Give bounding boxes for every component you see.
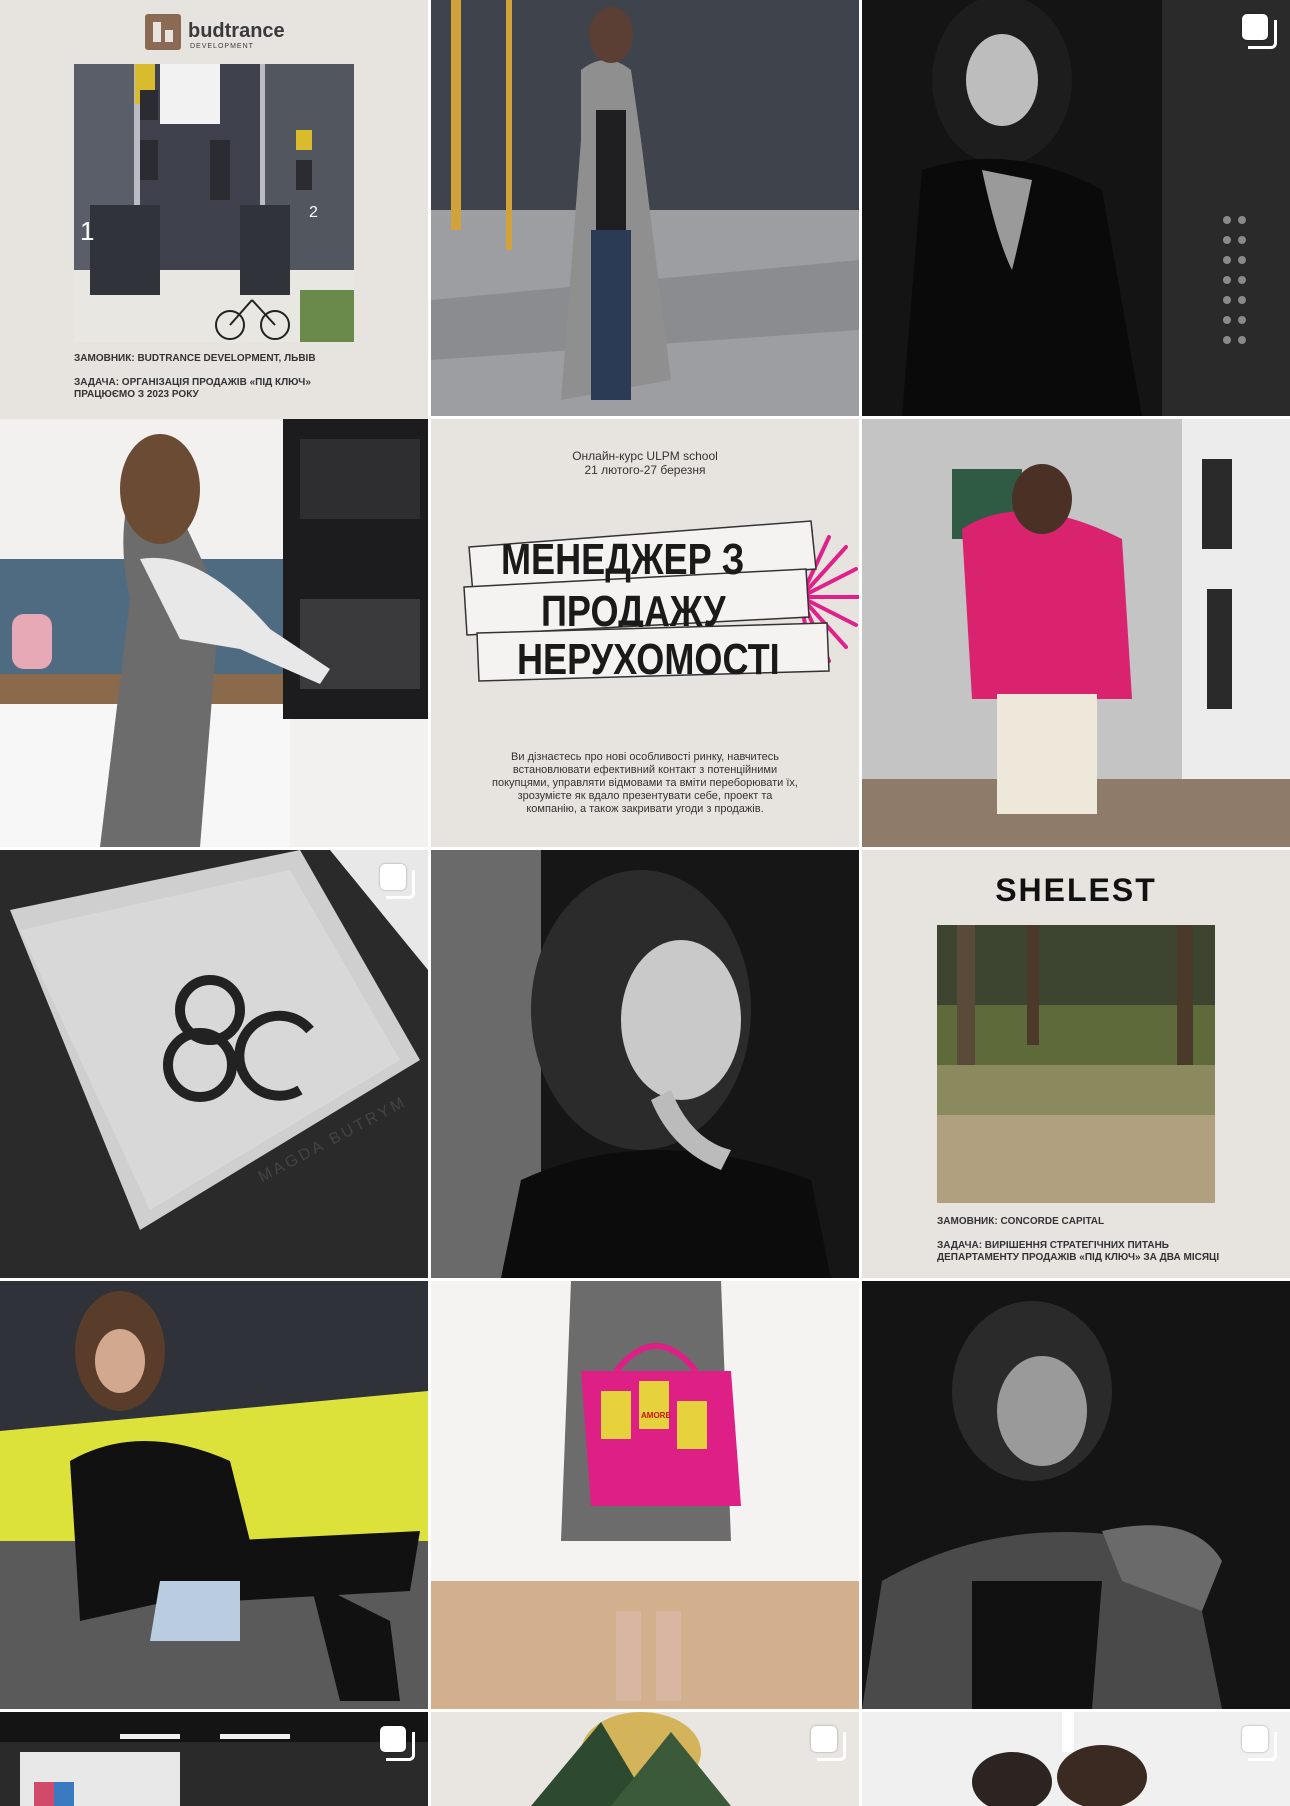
budtrance-logo-icon (145, 14, 181, 50)
budtrance-brand-sub: DEVELOPMENT (190, 43, 254, 50)
post-tile-kitchen[interactable] (0, 419, 428, 847)
bag-label: AMORE (641, 1411, 671, 1420)
carousel-icon (380, 864, 415, 899)
portrait-bw-photo (431, 850, 859, 1278)
client-line: ЗАМОВНИК: BUDTRANCE DEVELOPMENT, ЛЬВІВ (74, 353, 316, 364)
post-tile-office[interactable] (0, 1712, 428, 1806)
post-tile-portrait-bw[interactable] (431, 850, 859, 1278)
carousel-icon (811, 1726, 846, 1761)
budtrance-brand: budtrance (188, 20, 285, 42)
yellow-car-photo (0, 1281, 428, 1709)
task-line: ЗАДАЧА: ОРГАНІЗАЦІЯ ПРОДАЖІВ «ПІД КЛЮЧ» (74, 377, 311, 388)
post-tile-portrait-coat-bw[interactable] (862, 1281, 1290, 1709)
post-tile-christmas-tree[interactable] (431, 1712, 859, 1806)
course-description: Ви дізнаєтесь про нові особливості ринку… (492, 751, 798, 815)
course-title-line-2: ПРОДАЖУ (541, 587, 726, 627)
two-people-photo (862, 1712, 1290, 1806)
post-tile-earring-box[interactable]: MAGDA BUTRYM (0, 850, 428, 1278)
since-line: ПРАЦЮЄМО З 2023 РОКУ (74, 389, 199, 400)
profile-posts-grid: 1 2 budtrance DEVELOPMENT ЗАМОВНИК: BUDT… (0, 0, 1290, 1806)
shelest-brand: SHELEST (995, 872, 1157, 908)
post-tile-yellow-car[interactable] (0, 1281, 428, 1709)
pink-bag-photo (431, 1281, 859, 1709)
office-photo (0, 1712, 428, 1806)
earring-box-photo (0, 850, 428, 1278)
post-tile-pink-bag[interactable]: AMORE (431, 1281, 859, 1709)
post-tile-trench-coat[interactable] (431, 0, 859, 416)
shelest-client-line: ЗАМОВНИК: CONCORDE CAPITAL (937, 1216, 1105, 1227)
post-tile-elevator-bw[interactable] (862, 0, 1290, 416)
pink-jacket-photo (862, 419, 1290, 847)
elevator-bw-photo (862, 0, 1290, 416)
entrance-number-1: 1 (80, 216, 95, 246)
forest-photo (937, 925, 1215, 1203)
trench-coat-photo (431, 0, 859, 416)
course-title-line-1: МЕНЕДЖЕР З (501, 535, 745, 584)
post-tile-shelest[interactable]: SHELEST ЗАМОВНИК: CONCORDE CAPITAL ЗАДАЧ… (862, 850, 1290, 1278)
christmas-tree-photo (431, 1712, 859, 1806)
entrance-number-2: 2 (309, 204, 318, 221)
portrait-coat-bw-photo (862, 1281, 1290, 1709)
carousel-icon (1242, 14, 1277, 49)
course-title-line-3: НЕРУХОМОСТІ (517, 635, 780, 684)
shelest-task-line-2: ДЕПАРТАМЕНТУ ПРОДАЖІВ «ПІД КЛЮЧ» ЗА ДВА … (937, 1252, 1220, 1263)
kitchen-photo (0, 419, 428, 847)
post-tile-pink-jacket[interactable] (862, 419, 1290, 847)
carousel-icon (1242, 1726, 1277, 1761)
post-tile-course-announcement[interactable]: Онлайн-курс ULPM school 21 лютого-27 бер… (431, 419, 859, 847)
post-tile-two-people[interactable] (862, 1712, 1290, 1806)
shelest-task-line-1: ЗАДАЧА: ВИРІШЕННЯ СТРАТЕГІЧНИХ ПИТАНЬ (937, 1240, 1169, 1251)
post-tile-budtrance[interactable]: 1 2 budtrance DEVELOPMENT ЗАМОВНИК: BUDT… (0, 0, 428, 428)
carousel-icon (380, 1726, 415, 1761)
